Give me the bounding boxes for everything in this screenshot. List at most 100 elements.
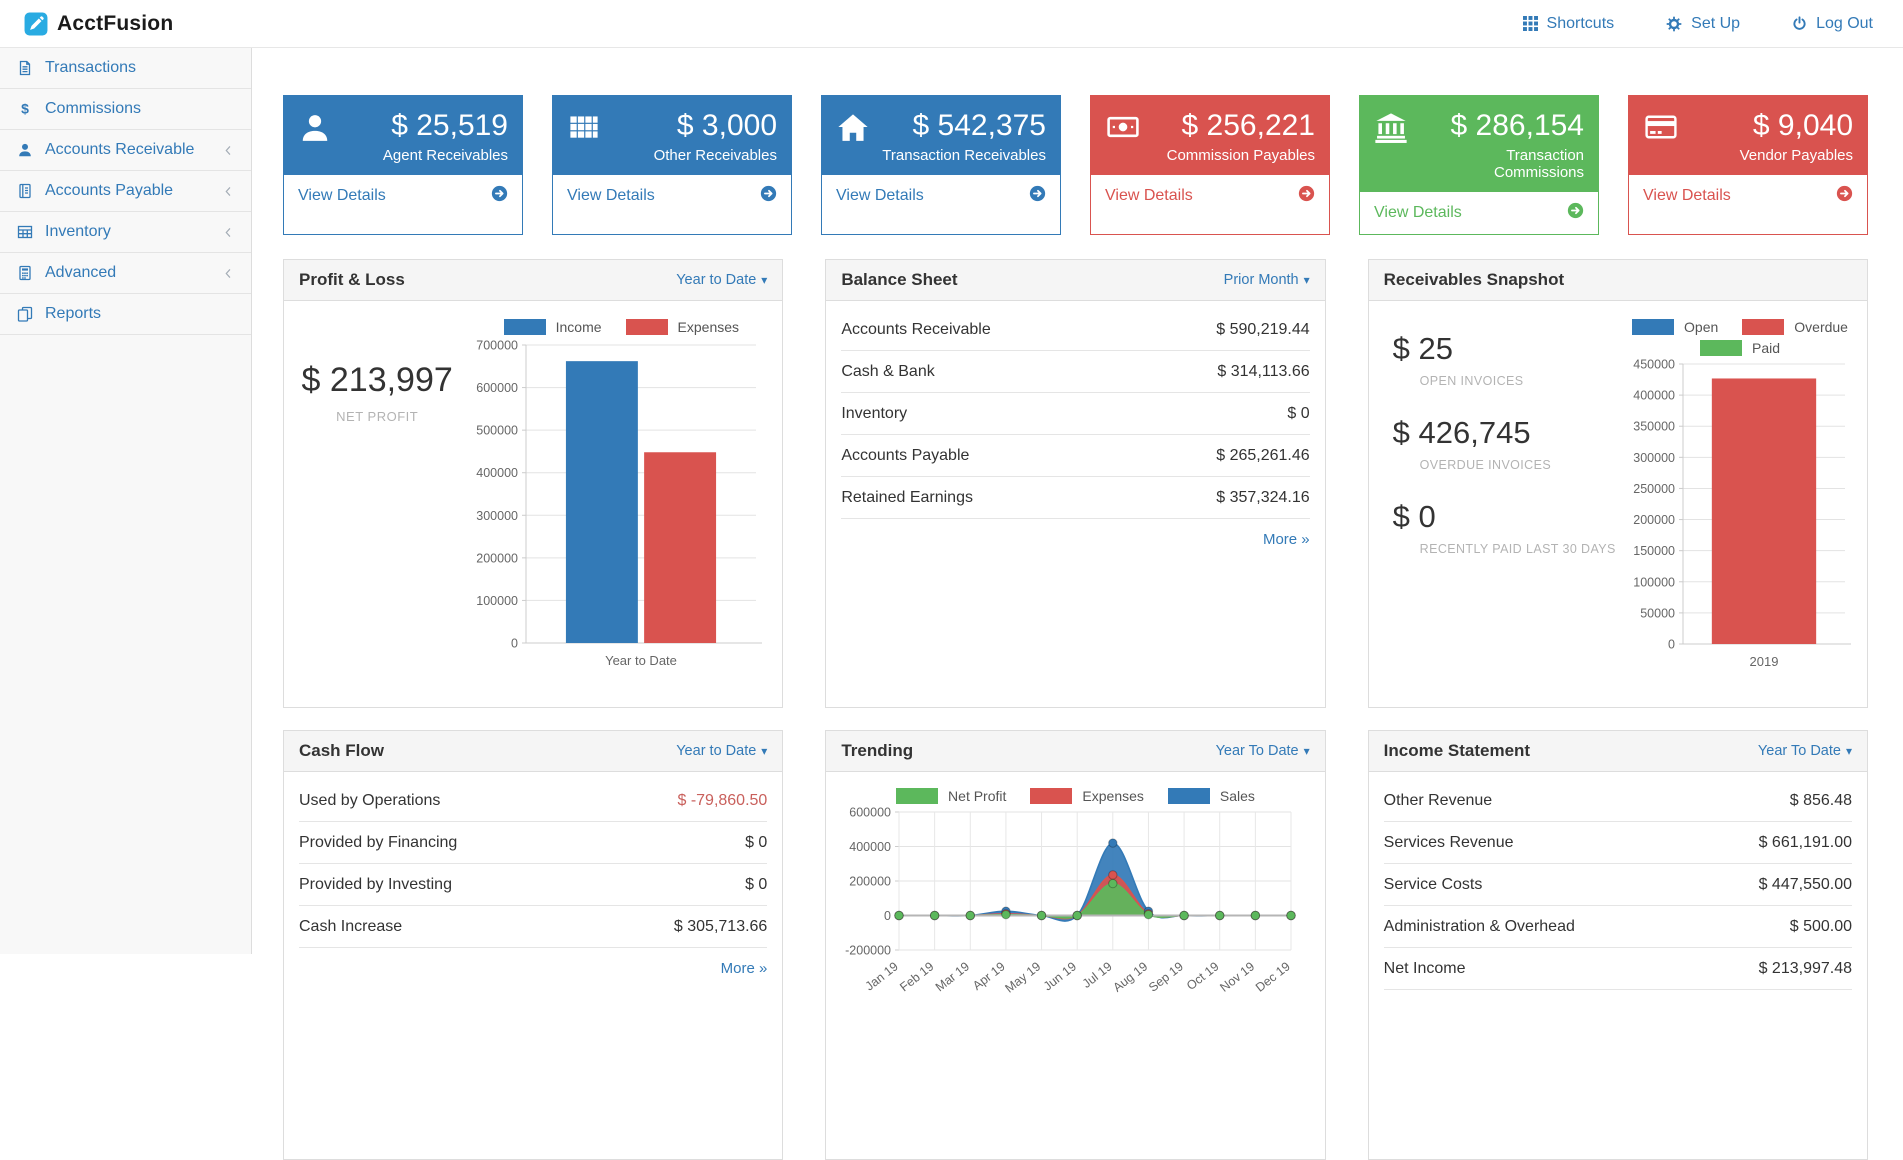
legend-item-paid[interactable]: Paid [1700,340,1780,356]
range-dropdown[interactable]: Prior Month [1224,272,1310,288]
row-label: Used by Operations [299,792,440,810]
stat-card-header: $ 3,000 Other Receivables [553,96,791,175]
nav-item-set-up[interactable]: Set Up [1666,15,1740,33]
legend-item-overdue[interactable]: Overdue [1742,319,1848,335]
panel-receivables-snapshot: Receivables Snapshot $ 25OPEN INVOICES$ … [1368,259,1868,708]
svg-text:200000: 200000 [477,551,519,565]
stat-amount: $ 542,375 [880,109,1046,144]
table-row: Retained Earnings$ 357,324.16 [841,477,1309,519]
sidebar-item-inventory[interactable]: Inventory [0,212,251,253]
legend-swatch [1632,319,1674,335]
svg-text:700000: 700000 [477,338,519,352]
row-value: $ 314,113.66 [1217,363,1309,381]
table-row: Inventory$ 0 [841,393,1309,435]
arrow-circle-right-icon [1567,202,1584,224]
svg-text:200000: 200000 [850,874,892,888]
legend-label: Expenses [1082,788,1143,804]
svg-text:250000: 250000 [1633,481,1675,495]
sidebar-item-accounts-receivable[interactable]: Accounts Receivable [0,130,251,171]
panel-cash-flow: Cash Flow Year to Date Used by Operation… [283,730,783,1160]
svg-text:100000: 100000 [1633,575,1675,589]
trend_chart-svg: -2000000200000400000600000Jan 19Feb 19Ma… [841,806,1307,1016]
svg-text:100000: 100000 [477,593,519,607]
legend-item-open[interactable]: Open [1632,319,1718,335]
legend-item-expenses[interactable]: Expenses [1030,788,1143,804]
svg-text:600000: 600000 [477,381,519,395]
svg-text:200000: 200000 [1633,513,1675,527]
legend-swatch [896,788,938,804]
row-label: Net Income [1384,960,1466,978]
range-dropdown[interactable]: Year to Date [676,272,767,288]
range-dropdown[interactable]: Year to Date [676,743,767,759]
more-link[interactable]: More » [721,960,768,977]
range-dropdown[interactable]: Year To Date [1758,743,1852,759]
row-value: $ 265,261.46 [1216,447,1309,465]
stat-amount: $ 256,221 [1149,109,1315,144]
caret-down-icon [756,272,767,288]
stat-label: Vendor Payables [1687,147,1853,164]
view-details-link[interactable]: View Details [822,175,1060,217]
sidebar-item-reports[interactable]: Reports [0,294,251,335]
row-value: $ -79,860.50 [677,792,767,810]
row-value: $ 0 [1287,405,1309,423]
svg-text:400000: 400000 [1633,388,1675,402]
stat-card-vendor-payables: $ 9,040Vendor Payables View Details [1628,95,1868,235]
view-details-link[interactable]: View Details [284,175,522,217]
view-details-link[interactable]: View Details [1360,192,1598,234]
legend-swatch [1168,788,1210,804]
sidebar-item-accounts-payable[interactable]: Accounts Payable [0,171,251,212]
row-value: $ 856.48 [1790,792,1852,810]
svg-text:Year to Date: Year to Date [605,653,677,668]
stat-card-text: $ 286,154Transaction Commissions [1418,109,1584,181]
panel-title: Balance Sheet [841,270,957,290]
pl_chart-svg: 0100000200000300000400000500000600000700… [470,337,770,679]
stat-label: Other Receivables [611,147,777,164]
more-row: More » [841,519,1309,560]
more-link[interactable]: More » [1263,531,1310,548]
panel-trending: Trending Year To Date Net ProfitExpenses… [825,730,1325,1160]
svg-text:0: 0 [1668,637,1675,651]
sidebar-item-advanced[interactable]: Advanced [0,253,251,294]
dollar-icon: $ [16,101,34,117]
view-details-link[interactable]: View Details [1091,175,1329,217]
caret-down-icon [1299,272,1310,288]
receivables-stat-label: OVERDUE INVOICES [1420,458,1621,472]
table-row: Cash & Bank$ 314,113.66 [841,351,1309,393]
svg-text:0: 0 [511,636,518,650]
view-details-link[interactable]: View Details [1629,175,1867,217]
svg-text:Nov 19: Nov 19 [1218,959,1258,994]
receivables-stat-label: OPEN INVOICES [1420,374,1621,388]
stat-label: Commission Payables [1149,147,1315,164]
top-navbar: AcctFusion Shortcuts Set Up Log Out [0,0,1903,48]
svg-text:500000: 500000 [477,423,519,437]
panel-profit-loss: Profit & Loss Year to Date $ 213,997 NET… [283,259,783,708]
row-value: $ 0 [745,834,767,852]
view-details-link[interactable]: View Details [553,175,791,217]
row-label: Service Costs [1384,876,1483,894]
table-row: Used by Operations $ -79,860.50 [299,780,767,822]
caret-down-icon [1841,743,1852,759]
main-content: $ 25,519Agent ReceivablesView Details$ 3… [252,48,1903,1160]
row-value: $ 500.00 [1790,918,1852,936]
stat-card-text: $ 9,040Vendor Payables [1687,109,1853,164]
brand-pencil-icon [24,12,48,36]
sidebar-item-label: Inventory [45,223,211,241]
row-label: Provided by Investing [299,876,452,894]
nav-item-shortcuts[interactable]: Shortcuts [1523,15,1615,33]
legend-item-expenses[interactable]: Expenses [626,319,739,335]
app-logo[interactable]: AcctFusion [24,12,173,36]
sidebar-item-transactions[interactable]: Transactions [0,48,251,89]
nav-item-log-out[interactable]: Log Out [1792,15,1873,33]
stat-amount: $ 25,519 [342,109,508,144]
legend-item-sales[interactable]: Sales [1168,788,1255,804]
table-row: Other Revenue$ 856.48 [1384,780,1852,822]
legend-item-net-profit[interactable]: Net Profit [896,788,1006,804]
stat-amount: $ 3,000 [611,109,777,144]
svg-text:50000: 50000 [1640,606,1675,620]
sidebar-item-commissions[interactable]: $Commissions [0,89,251,130]
receivables-stat: $ 426,745OVERDUE INVOICES [1393,415,1621,472]
table-row: Services Revenue$ 661,191.00 [1384,822,1852,864]
legend-item-income[interactable]: Income [504,319,602,335]
legend-swatch [1700,340,1742,356]
range-dropdown[interactable]: Year To Date [1216,743,1310,759]
